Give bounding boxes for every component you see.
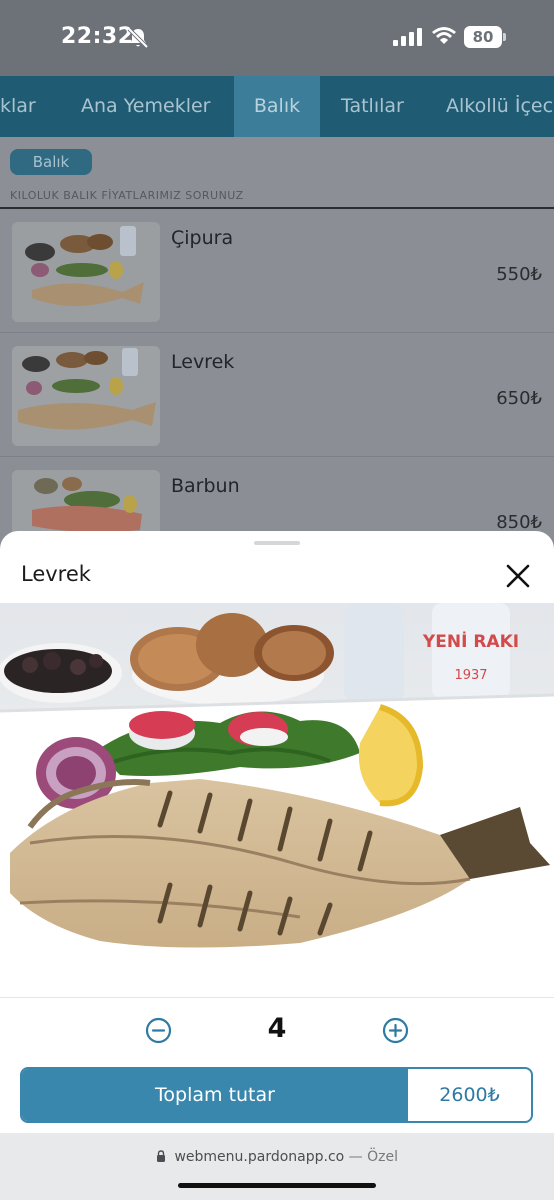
tab-alkollu-icecekler[interactable]: Alkollü İçece (432, 76, 554, 137)
tab-balik[interactable]: Balık (234, 76, 320, 137)
quantity-value: 4 (267, 1013, 287, 1044)
tab-label: Balık (253, 95, 301, 117)
item-name: Barbun (171, 475, 240, 497)
bottle-text: YENİ RAKI (422, 630, 519, 652)
tab-label: Tatlılar (341, 95, 404, 117)
browsing-mode: Özel (367, 1149, 398, 1165)
lock-icon (157, 1150, 165, 1162)
section-note: KILOLUK BALIK FİYATLARIMIZ SORUNUZ (10, 189, 244, 199)
close-icon[interactable] (503, 561, 533, 591)
tab-tatlilar[interactable]: Tatlılar (327, 76, 418, 137)
tab-label: klar (0, 95, 36, 117)
section-chip[interactable]: Balık (10, 149, 92, 175)
item-name: Çipura (171, 227, 234, 249)
tab-label: Ana Yemekler (81, 95, 211, 117)
status-bar: 22:32 80 (0, 0, 554, 76)
battery-icon: 80 (464, 26, 506, 48)
total-price: 2600₺ (439, 1084, 500, 1106)
wifi-icon (432, 27, 456, 44)
tab-label: Alkollü İçece (446, 95, 554, 117)
item-price: 550₺ (496, 264, 542, 285)
bell-slash-icon (127, 27, 149, 49)
section-header: Balık KILOLUK BALIK FİYATLARIMIZ SORUNUZ (0, 137, 554, 209)
tab-ana-yemekler[interactable]: Ana Yemekler (67, 76, 224, 137)
item-name: Levrek (171, 351, 235, 373)
url-text: webmenu.pardonapp.co (174, 1149, 345, 1165)
item-price: 850₺ (496, 512, 542, 533)
menu-list: Çipura 550₺ Levrek 650₺ Barbun 850₺ (0, 209, 554, 581)
add-to-order-button[interactable]: Toplam tutar 2600₺ (20, 1067, 533, 1123)
bottle-year: 1937 (454, 668, 487, 683)
item-photo: YENİ RAKI 1937 (0, 603, 554, 977)
menu-item[interactable]: Çipura 550₺ (0, 209, 554, 333)
category-tabs: klar Ana Yemekler Balık Tatlılar Alkollü… (0, 76, 554, 137)
sheet-grabber[interactable] (254, 541, 300, 545)
signal-icon (393, 28, 422, 46)
item-detail-sheet: Levrek YENİ RAKI 1937 4 Toplam tutar 260… (0, 531, 554, 1133)
status-time: 22:32 (61, 24, 134, 49)
fish-thumbnail (12, 346, 160, 446)
home-indicator[interactable] (178, 1183, 376, 1188)
menu-item[interactable]: Levrek 650₺ (0, 333, 554, 457)
quantity-area: 4 Toplam tutar 2600₺ (0, 997, 554, 1133)
sheet-title: Levrek (21, 562, 91, 586)
tab-soguklar[interactable]: klar (0, 76, 50, 137)
url-display[interactable]: webmenu.pardonapp.co — Özel (0, 1149, 554, 1165)
fish-thumbnail (12, 222, 160, 322)
battery-level: 80 (472, 28, 494, 46)
url-separator: — (348, 1149, 363, 1165)
browser-url-bar[interactable]: webmenu.pardonapp.co — Özel (0, 1133, 554, 1200)
minus-circle-icon[interactable] (145, 1017, 172, 1044)
item-price: 650₺ (496, 388, 542, 409)
plus-circle-icon[interactable] (382, 1017, 409, 1044)
total-label: Toplam tutar (22, 1069, 408, 1121)
